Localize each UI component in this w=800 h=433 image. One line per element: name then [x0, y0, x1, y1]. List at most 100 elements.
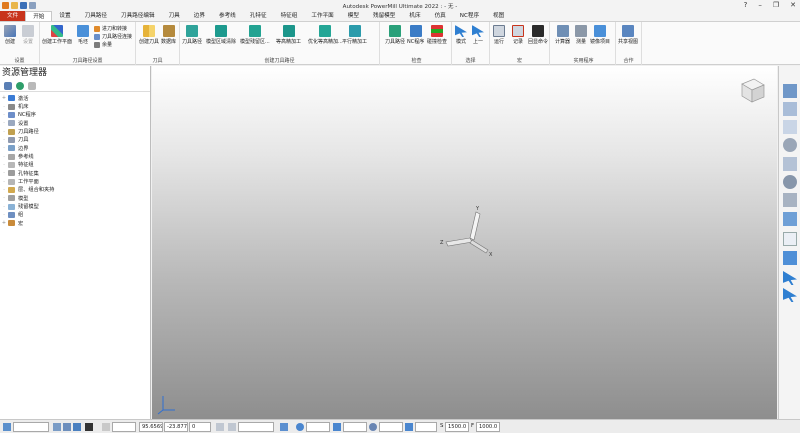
flat-finishing-button[interactable]: 平行精加工: [342, 25, 367, 45]
direction-field[interactable]: [343, 422, 367, 432]
record-macro-button[interactable]: 记录: [512, 25, 524, 45]
expand-icon[interactable]: ·: [0, 212, 8, 218]
expand-icon[interactable]: ·: [0, 187, 8, 193]
tree-item-boundaries[interactable]: · 边界: [0, 144, 150, 152]
tab-toolpath[interactable]: 刀具路径: [78, 11, 114, 21]
tab-tool[interactable]: 刀具: [162, 11, 187, 21]
calc-icon[interactable]: [280, 423, 288, 431]
expand-icon[interactable]: +: [0, 220, 8, 226]
tab-pattern[interactable]: 参考线: [212, 11, 243, 21]
expand-icon[interactable]: ·: [0, 145, 8, 151]
expand-icon[interactable]: ·: [0, 179, 8, 185]
tab-model[interactable]: 模型: [341, 11, 366, 21]
tree-item-groups[interactable]: · 组: [0, 211, 150, 219]
tab-nc-program[interactable]: NC程序: [453, 11, 486, 21]
tab-simulation[interactable]: 仿真: [428, 11, 453, 21]
select-mode-button[interactable]: 模式: [455, 25, 467, 45]
view-cube[interactable]: [738, 76, 766, 104]
tab-toolpath-edit[interactable]: 刀具路径编辑: [114, 11, 162, 21]
create-tool-button[interactable]: 创建刀具: [139, 25, 159, 45]
explorer-view-icon[interactable]: [4, 81, 12, 90]
setup-settings-button[interactable]: 设置: [22, 25, 34, 45]
tab-stock-model[interactable]: 残留模型: [366, 11, 402, 21]
mirror-project-button[interactable]: 镜像项目: [590, 25, 610, 45]
tab-home[interactable]: 开始: [25, 11, 53, 21]
line-icon[interactable]: [228, 423, 236, 431]
diameter-icon[interactable]: [369, 423, 377, 431]
drag-select-icon[interactable]: [783, 288, 797, 302]
zoom-box-icon[interactable]: [783, 193, 797, 207]
tree-item-workplanes[interactable]: · 工作平面: [0, 177, 150, 185]
shaded-view-icon[interactable]: [783, 212, 797, 226]
select-previous-button[interactable]: 上一: [472, 25, 484, 45]
tree-item-machine[interactable]: · 机床: [0, 102, 150, 110]
grid-icon[interactable]: [63, 423, 71, 431]
tree-item-stock-models[interactable]: · 残留模型: [0, 202, 150, 210]
tree-item-macros[interactable]: + 宏: [0, 219, 150, 227]
collision-check-button[interactable]: 碰撞检查: [427, 25, 447, 45]
close-button[interactable]: ✕: [790, 1, 796, 9]
wireframe-view-icon[interactable]: [783, 232, 797, 246]
model-area-clearance-button[interactable]: 模型区域清除: [206, 25, 236, 45]
tree-item-tools[interactable]: · 刀具: [0, 136, 150, 144]
tree-item-nc-programs[interactable]: · NC程序: [0, 111, 150, 119]
model-rest-button[interactable]: 模型残留区...: [240, 25, 270, 45]
allowance-button[interactable]: 余量: [94, 41, 112, 48]
run-macro-button[interactable]: 运行: [493, 25, 505, 45]
view-front-icon[interactable]: [783, 102, 797, 116]
explorer-trash-icon[interactable]: [28, 81, 36, 90]
tab-boundary[interactable]: 边界: [187, 11, 212, 21]
tool-status-icon[interactable]: [85, 423, 93, 431]
verify-nc-program-button[interactable]: NC程序: [407, 25, 424, 45]
tab-workplane[interactable]: 工作平面: [304, 11, 340, 21]
expand-icon[interactable]: ·: [0, 162, 8, 168]
y-coordinate-field[interactable]: -23.877: [164, 422, 188, 432]
restore-button[interactable]: ❐: [773, 1, 779, 9]
blank-field[interactable]: [112, 422, 136, 432]
tree-item-toolpaths[interactable]: · 刀具路径: [0, 127, 150, 135]
diameter-field[interactable]: [379, 422, 403, 432]
tab-setup[interactable]: 设置: [52, 11, 77, 21]
expand-icon[interactable]: ·: [0, 195, 8, 201]
select-cursor-icon[interactable]: [783, 271, 797, 285]
expand-icon[interactable]: ·: [0, 170, 8, 176]
blank-field-2[interactable]: [238, 422, 274, 432]
tool-database-button[interactable]: 数据库: [161, 25, 176, 45]
expand-icon[interactable]: ·: [0, 129, 8, 135]
tree-item-setups[interactable]: · 设置: [0, 119, 150, 127]
target-icon[interactable]: [296, 423, 304, 431]
snap-icon[interactable]: [53, 423, 61, 431]
verify-toolpath-button[interactable]: 刀具路径: [385, 25, 405, 45]
block-button[interactable]: 毛坯: [77, 25, 89, 45]
zoom-icon[interactable]: [783, 138, 797, 152]
measure-button[interactable]: 测量: [575, 25, 587, 45]
expand-icon[interactable]: ·: [0, 154, 8, 160]
create-workplane-button[interactable]: 创建工作平面: [42, 25, 72, 45]
target-field[interactable]: [306, 422, 330, 432]
tab-machine[interactable]: 机床: [402, 11, 427, 21]
zoom-page-icon[interactable]: [783, 157, 797, 171]
zoom-in-icon[interactable]: [783, 175, 797, 189]
tree-item-patterns[interactable]: · 参考线: [0, 152, 150, 160]
x-coordinate-field[interactable]: 95.6569: [139, 422, 163, 432]
tree-item-levels[interactable]: · 层、组合和夹持: [0, 186, 150, 194]
expand-icon[interactable]: ·: [0, 104, 8, 110]
tree-item-active[interactable]: + 激活: [0, 94, 150, 102]
workplane-status-icon[interactable]: [3, 423, 11, 431]
expand-icon[interactable]: ·: [0, 112, 8, 118]
expand-icon[interactable]: ·: [0, 120, 8, 126]
rapid-moves-button[interactable]: 进刀和转接: [94, 25, 127, 32]
expand-icon[interactable]: ·: [0, 137, 8, 143]
workplane-select[interactable]: [13, 422, 49, 432]
view-iso-icon[interactable]: [783, 84, 797, 98]
calculator-button[interactable]: 计算器: [555, 25, 570, 45]
tab-view[interactable]: 视图: [486, 11, 511, 21]
optimized-contour-button[interactable]: 优化等高精加...: [308, 25, 343, 45]
tree-item-models[interactable]: · 模型: [0, 194, 150, 202]
tool-length-field[interactable]: [415, 422, 437, 432]
tree-item-hole-feature-sets[interactable]: · 孔特征集: [0, 169, 150, 177]
tab-feature-group[interactable]: 特征组: [274, 11, 305, 21]
direction-icon[interactable]: [333, 423, 341, 431]
echo-command-button[interactable]: 回显命令: [528, 25, 548, 45]
toolpath-strategy-button[interactable]: 刀具路径: [182, 25, 202, 45]
